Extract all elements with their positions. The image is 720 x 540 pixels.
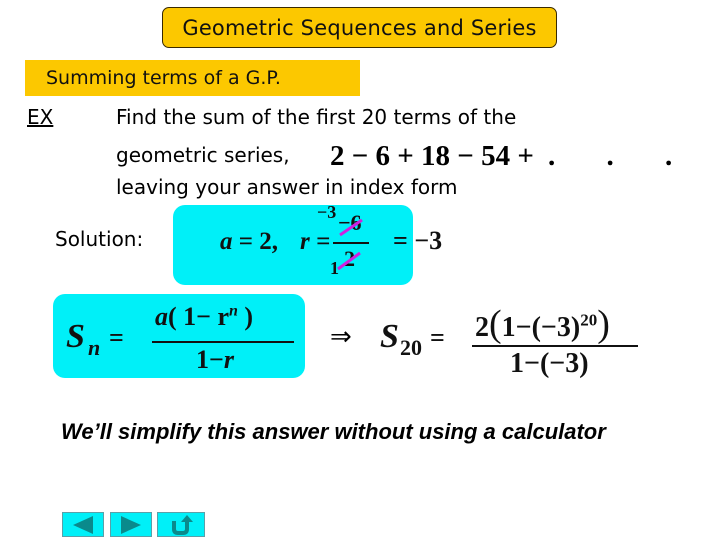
s20-numerator: 2(1−(−3)20) [475, 303, 610, 345]
section-banner-text: Summing terms of a G.P. [46, 67, 281, 89]
formula-lhs: S [66, 318, 85, 355]
formula-num-body: ( 1− r [168, 302, 230, 331]
formula-a: a [155, 302, 168, 331]
solution-label: Solution: [55, 227, 144, 251]
forward-button[interactable] [110, 512, 152, 537]
slide-title: Geometric Sequences and Series [162, 7, 557, 48]
question-line-2: geometric series, [116, 143, 290, 167]
s20-denominator: 1−(−3) [510, 348, 589, 379]
note-text: We’ll simplify this answer without using… [61, 419, 606, 444]
section-banner: Summing terms of a G.P. [25, 60, 360, 96]
back-button[interactable] [62, 512, 104, 537]
cancel-strikes [337, 218, 363, 271]
series-ellipsis: . . . [548, 140, 695, 172]
s20-lhs: S [380, 318, 399, 355]
series-expression: 2 − 6 + 18 − 54 + [330, 140, 534, 172]
formula-denominator: 1−r [196, 345, 234, 374]
numerator-strike [339, 218, 363, 237]
question-line-3: leaving your answer in index form [116, 175, 458, 199]
r-label: r = [300, 228, 331, 255]
formula-exp: n [229, 302, 238, 320]
question-line-1: Find the sum of the first 20 terms of th… [116, 105, 517, 129]
a-value: a = 2, [220, 228, 278, 255]
example-label: EX [27, 105, 54, 129]
slide-title-text: Geometric Sequences and Series [182, 15, 537, 40]
s20-inner: 1−(−3) [501, 312, 581, 343]
return-arrow-icon [172, 514, 193, 535]
s20-coef: 2 [475, 312, 489, 343]
s20-exp: 20 [580, 310, 598, 330]
return-button[interactable] [157, 512, 205, 537]
back-triangle-icon [73, 515, 93, 534]
denominator-strike [337, 251, 361, 271]
s20-fraction-bar [472, 345, 638, 347]
implies-arrow: ⇒ [330, 322, 352, 352]
formula-fraction-bar [152, 341, 294, 343]
forward-triangle-icon [121, 515, 141, 534]
s20-sub: 20 [400, 335, 422, 360]
r-result: = −3 [393, 226, 443, 255]
formula-equals: = [109, 323, 124, 352]
formula-close: ) [244, 302, 254, 331]
formula-numerator: a( 1− rn ) [155, 302, 253, 332]
s20-equals: = [430, 323, 445, 352]
formula-lhs-sub: n [88, 335, 101, 360]
